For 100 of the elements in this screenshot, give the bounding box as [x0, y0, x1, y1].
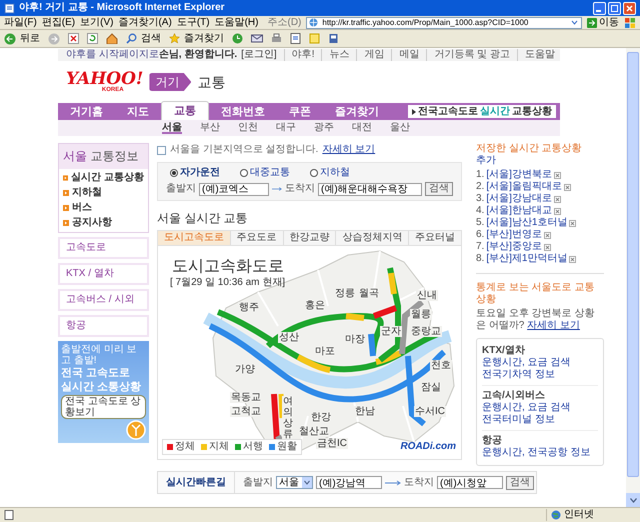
nav-tab[interactable]: 교통	[161, 101, 209, 120]
nav-tab[interactable]: 거기홈	[58, 103, 115, 120]
city-select[interactable]: 서울	[276, 476, 313, 489]
scrollbar[interactable]	[626, 48, 640, 507]
close-icon[interactable]	[569, 256, 576, 262]
search-button[interactable]: 검색	[506, 476, 534, 490]
sidebar-box-link[interactable]: 항공	[58, 315, 149, 337]
checkbox[interactable]	[157, 146, 166, 154]
saved-route-link[interactable]: [서울]남산1호터널	[486, 217, 568, 229]
search-button[interactable]: 검색	[425, 182, 453, 196]
minimize-button[interactable]	[593, 2, 606, 14]
nav-tab[interactable]: 즐겨찾기	[323, 103, 391, 120]
city-tab[interactable]: 인천	[229, 122, 267, 134]
saved-route-link[interactable]: [부산]번영로	[486, 229, 542, 241]
close-icon[interactable]	[554, 196, 561, 202]
start-page-link[interactable]: 야후를 시작페이지로	[66, 49, 159, 61]
close-icon[interactable]	[544, 244, 551, 250]
radio-button[interactable]	[240, 169, 248, 177]
sidebar-box-link[interactable]: 고속도로	[58, 237, 149, 259]
stop-icon[interactable]	[68, 33, 79, 44]
history-icon[interactable]	[232, 33, 243, 44]
saved-route-link[interactable]: [부산]제1만덕터널	[486, 253, 568, 265]
city-tab[interactable]: 대구	[267, 122, 305, 134]
menu-item[interactable]: 즐겨찾기(A)	[118, 16, 172, 28]
maximize-button[interactable]	[608, 2, 621, 14]
start-field[interactable]: (예)코엑스	[199, 182, 269, 196]
menu-item[interactable]: 도구(T)	[176, 16, 210, 28]
saved-route-link[interactable]: [서울]한남대교	[486, 205, 552, 217]
nav-tab[interactable]: 전화번호	[209, 103, 277, 120]
start-field[interactable]: (예)강남역	[316, 476, 382, 489]
highway-status-button[interactable]: 전국고속도로 실시간 교통상황	[408, 105, 556, 118]
destination-field[interactable]: (예)해운대해수욕장	[318, 182, 422, 196]
document-icon[interactable]	[290, 33, 301, 44]
close-icon[interactable]	[564, 184, 571, 190]
radio-option[interactable]: 대중교통	[240, 167, 290, 179]
close-icon[interactable]	[554, 208, 561, 214]
saved-route-link[interactable]: [서울]강남대로	[486, 193, 552, 205]
top-link[interactable]: 메일	[391, 49, 420, 61]
city-tab[interactable]: 대전	[343, 122, 381, 134]
map-tab[interactable]: 주요터널	[408, 231, 461, 245]
transport-link[interactable]: 운행시간, 요금 검색	[482, 402, 598, 414]
sidebar-link[interactable]: 공지사항	[63, 217, 144, 229]
details-link[interactable]: 자세히 보기	[527, 320, 580, 331]
back-button[interactable]: 뒤로	[4, 32, 40, 44]
book-icon[interactable]	[328, 33, 339, 44]
sidebar-link[interactable]: 지하철	[63, 187, 144, 199]
close-icon[interactable]	[569, 220, 576, 226]
sidebar-box-link[interactable]: 고속버스 / 시외	[58, 289, 149, 311]
saved-route-link[interactable]: [서울]올림픽대로	[486, 181, 562, 193]
home-icon[interactable]	[106, 33, 118, 44]
menu-item[interactable]: 편집(E)	[42, 16, 76, 28]
close-button[interactable]	[623, 2, 636, 14]
saved-route-link[interactable]: [부산]중앙로	[486, 241, 542, 253]
highway-banner[interactable]: 출발전에 미리 보고 출발! 전국 고속도로 실시간 소통상황 전국 고속도로 상황보기	[58, 341, 149, 443]
menu-item[interactable]: 파일(F)	[4, 16, 37, 28]
add-link[interactable]: 추가	[476, 155, 496, 167]
sidebar-link[interactable]: 버스	[63, 202, 144, 214]
go-button[interactable]: 이동	[587, 16, 619, 28]
transport-link[interactable]: 운행시간, 전국공항 정보	[482, 447, 598, 459]
top-link[interactable]: 게임	[356, 49, 384, 61]
nav-tab[interactable]: 쿠폰	[277, 103, 323, 120]
scroll-down-button[interactable]	[626, 493, 640, 507]
saved-route-link[interactable]: [서울]강변북로	[486, 169, 552, 181]
top-link[interactable]: 도움말	[517, 49, 556, 61]
close-icon[interactable]	[544, 232, 551, 238]
destination-field[interactable]: (예)시청앞	[437, 476, 503, 489]
top-link[interactable]: 거기등록 및 광고	[426, 49, 510, 61]
favorites-button[interactable]: 즐겨찾기	[169, 32, 224, 44]
address-field[interactable]: http://kr.traffic.yahoo.com/Prop/Main_1000.asp?CID=1000	[306, 16, 582, 28]
transport-link[interactable]: 전국터미널 정보	[482, 414, 598, 426]
search-button[interactable]: 검색	[126, 32, 161, 44]
sidebar-box-link[interactable]: KTX / 열차	[58, 263, 149, 285]
banner-button[interactable]: 전국 고속도로 상황보기	[61, 395, 146, 419]
map-tab[interactable]: 한강교량	[282, 231, 336, 245]
refresh-icon[interactable]	[87, 33, 98, 44]
scrollbar-thumb[interactable]	[627, 52, 639, 477]
top-link[interactable]: 야후!	[284, 49, 314, 61]
map-tab[interactable]: 주요도로	[230, 231, 283, 245]
radio-option[interactable]: 지하철	[310, 167, 350, 179]
transport-link[interactable]: 운행시간, 요금 검색	[482, 357, 598, 369]
note-icon[interactable]	[309, 33, 320, 44]
transport-link[interactable]: 전국기차역 정보	[482, 369, 598, 381]
sidebar-link[interactable]: 실시간 교통상황	[63, 172, 144, 184]
top-link[interactable]: 뉴스	[321, 49, 350, 61]
city-tab[interactable]: 울산	[381, 122, 419, 134]
menu-item[interactable]: 도움말(H)	[214, 16, 258, 28]
login-link[interactable]: [로그인]	[241, 49, 277, 61]
mail-icon[interactable]	[251, 33, 263, 44]
forward-button[interactable]	[48, 32, 60, 44]
nav-tab[interactable]: 지도	[115, 103, 161, 120]
city-tab[interactable]: 광주	[305, 122, 343, 134]
printer-icon[interactable]	[271, 33, 282, 44]
menu-item[interactable]: 보기(V)	[80, 16, 114, 28]
radio-option[interactable]: 자가운전	[170, 167, 220, 179]
details-link[interactable]: 자세히 보기	[322, 144, 376, 156]
map-tab[interactable]: 상습정체지역	[335, 231, 408, 245]
close-icon[interactable]	[554, 172, 561, 178]
city-tab[interactable]: 서울	[153, 122, 191, 134]
radio-button[interactable]	[170, 169, 178, 177]
radio-button[interactable]	[310, 169, 318, 177]
